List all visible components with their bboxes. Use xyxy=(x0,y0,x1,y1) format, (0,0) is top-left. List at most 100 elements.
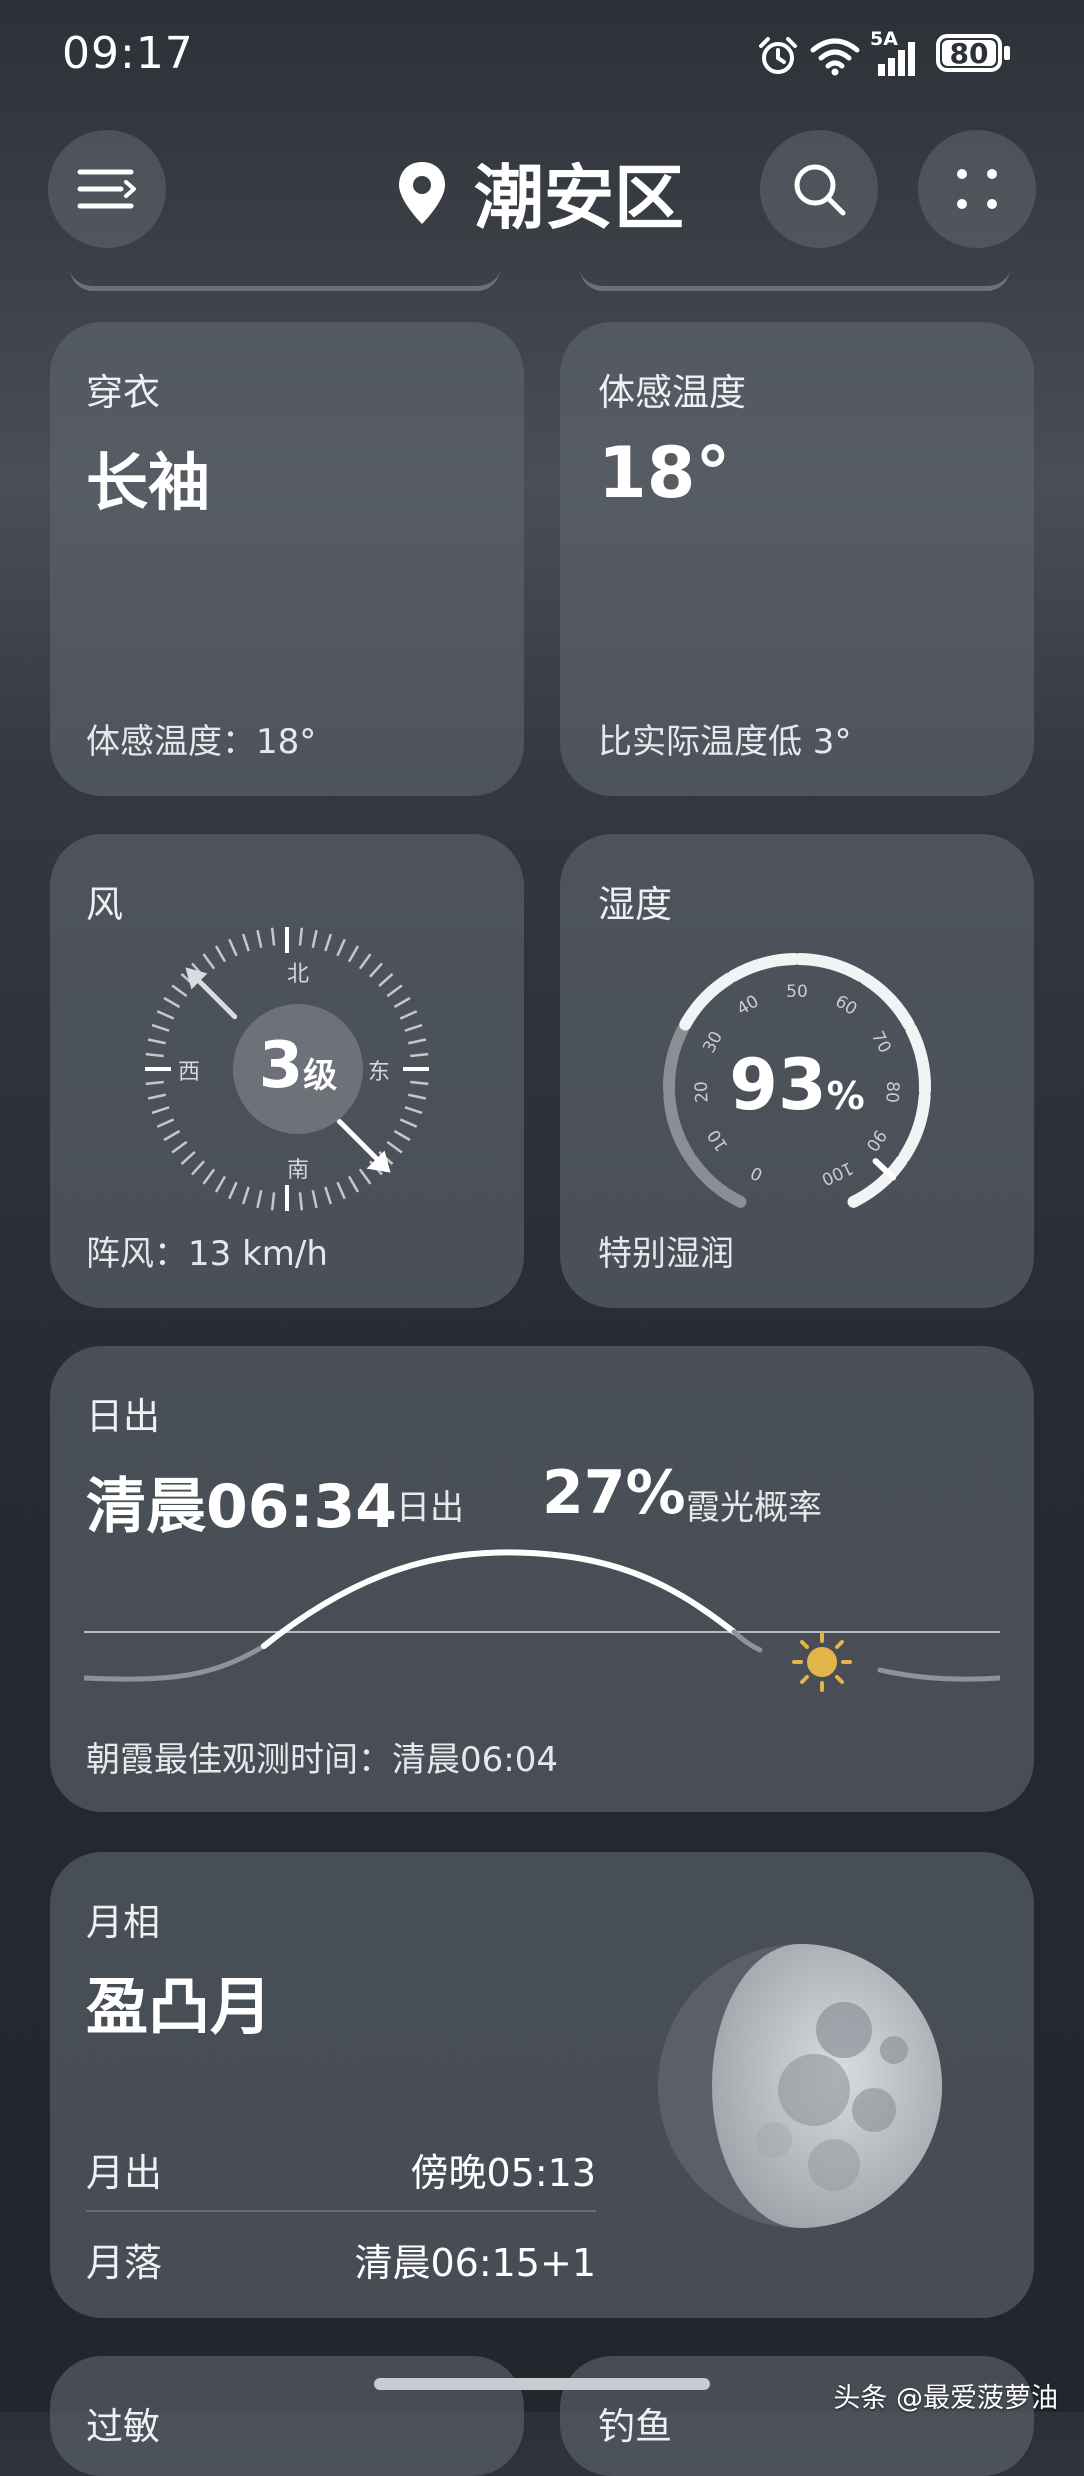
compass-tick xyxy=(393,1129,411,1142)
humidity-tick-label: 0 xyxy=(748,1162,766,1185)
compass-tick xyxy=(358,1168,372,1185)
humidity-tick-label: 90 xyxy=(861,1126,890,1155)
clothing-footer: 体感温度：18° xyxy=(86,722,317,762)
humidity-arc-segment xyxy=(905,1023,931,1098)
fishing-title: 钓鱼 xyxy=(598,2405,672,2448)
sun-icon xyxy=(792,1632,852,1692)
feels-like-value: 18° xyxy=(598,432,731,514)
wind-title: 风 xyxy=(86,883,123,926)
compass-tick xyxy=(408,1093,427,1100)
moonset-time: 清晨06:15+1 xyxy=(354,2241,596,2285)
humidity-arc-segment xyxy=(793,953,867,982)
humidity-arc-segment xyxy=(679,972,735,1031)
sun-path-night-left xyxy=(84,1643,267,1682)
compass-tick xyxy=(298,927,304,946)
sunrise-time: 清晨06:34 xyxy=(86,1472,397,1542)
moon-divider xyxy=(86,2210,596,2212)
menu-icon xyxy=(77,169,136,209)
battery-icon: 80 xyxy=(936,34,1002,72)
humidity-tick-label: 10 xyxy=(704,1126,733,1155)
location-title[interactable]: 潮安区 xyxy=(474,142,684,243)
compass-tick xyxy=(347,945,360,963)
compass-north-label: 北 xyxy=(286,962,309,987)
best-glow-time: 朝霞最佳观测时间：清晨06:04 xyxy=(86,1740,558,1780)
compass-tick xyxy=(399,1118,418,1128)
compass-tick xyxy=(156,1118,175,1128)
sunrise-title: 日出 xyxy=(86,1395,160,1438)
sun-path-night-right-b xyxy=(877,1667,1000,1682)
compass-tick xyxy=(324,1186,333,1205)
compass-tick xyxy=(358,953,372,970)
wind-level-number: 3 xyxy=(258,1029,304,1103)
wind-gust: 阵风：13 km/h xyxy=(86,1234,328,1274)
compass-tick xyxy=(256,1190,263,1209)
humidity-value: 93% xyxy=(687,1044,907,1126)
moon-card[interactable]: 月相 盈凸月 月出 傍晚05:13 月落 清晨06:15+1 xyxy=(50,1852,1034,2318)
fishing-card[interactable]: 钓鱼 xyxy=(560,2356,1034,2476)
search-icon xyxy=(794,164,846,216)
humidity-tick-label: 100 xyxy=(818,1157,856,1189)
search-button[interactable] xyxy=(760,130,878,248)
compass-south-label: 南 xyxy=(286,1158,309,1183)
glow-label: 霞光概率 xyxy=(686,1488,822,1528)
moonrise-time: 傍晚05:13 xyxy=(410,2151,596,2195)
humidity-arc-segment xyxy=(686,1154,747,1208)
compass-tick xyxy=(270,927,276,946)
compass-tick xyxy=(147,1093,166,1100)
clothing-value: 长袖 xyxy=(86,446,211,519)
compass-east-label: 东 xyxy=(368,1060,391,1085)
humidity-number: 93 xyxy=(729,1044,827,1126)
battery-tip xyxy=(1004,46,1010,60)
compass-tick xyxy=(145,1052,164,1058)
compass-tick xyxy=(145,1080,164,1086)
grid-dots-icon xyxy=(957,169,997,209)
compass-tick xyxy=(180,1151,196,1165)
humidity-arc-segment xyxy=(663,1023,689,1098)
allergy-title: 过敏 xyxy=(86,2405,160,2448)
menu-button[interactable] xyxy=(48,130,166,248)
compass-tick xyxy=(298,1192,304,1211)
compass-tick xyxy=(163,1129,181,1142)
compass-tick xyxy=(336,1181,346,1200)
compass-tick xyxy=(151,1023,170,1032)
status-icons: 5A 80 xyxy=(750,28,1050,82)
compass-tick xyxy=(369,962,383,978)
compass-tick xyxy=(171,1140,188,1154)
compass-tick xyxy=(410,1080,429,1086)
sun-path-night-right-a xyxy=(731,1629,763,1653)
sun-path-chart xyxy=(84,1549,1000,1692)
sunrise-card[interactable]: 日出 清晨06:34 日出 27% 霞光概率 朝霞最佳观测时间：清晨06:04 xyxy=(50,1346,1034,1812)
glow-percent: 27% xyxy=(542,1458,686,1528)
compass-tick xyxy=(270,1192,276,1211)
wind-level-unit: 级 xyxy=(303,1056,338,1096)
humidity-title: 湿度 xyxy=(598,883,672,926)
compass-tick xyxy=(202,953,216,970)
compass-tick xyxy=(393,996,411,1009)
humidity-card[interactable]: 湿度 0 10 20 30 40 50 60 70 80 90 100 93% 特别湿润 xyxy=(560,834,1034,1308)
allergy-card[interactable]: 过敏 xyxy=(50,2356,524,2476)
moon-phase: 盈凸月 xyxy=(86,1970,273,2043)
feels-like-card[interactable]: 体感温度 18° 比实际温度低 3° xyxy=(560,322,1034,796)
compass-tick xyxy=(191,1160,205,1176)
location-pin-icon xyxy=(399,162,445,224)
home-indicator[interactable] xyxy=(374,2378,710,2390)
sunrise-time-suffix: 日出 xyxy=(396,1488,464,1528)
compass-tick xyxy=(336,938,346,957)
battery-level: 80 xyxy=(949,37,989,70)
compass-tick xyxy=(163,996,181,1009)
more-options-button[interactable] xyxy=(918,130,1036,248)
compass-tick xyxy=(378,973,394,987)
humidity-tick-label: 60 xyxy=(832,991,861,1019)
alarm-icon xyxy=(759,37,797,74)
clothing-card[interactable]: 穿衣 长袖 体感温度：18° xyxy=(50,322,524,796)
humidity-tick-label: 50 xyxy=(786,982,808,1002)
humidity-tick-label: 40 xyxy=(734,991,763,1019)
humidity-unit: % xyxy=(826,1074,865,1118)
compass-west-label: 西 xyxy=(178,1060,201,1085)
wind-card[interactable]: 风 3级 北 南 东 西 阵风：13 km/h xyxy=(50,834,524,1308)
compass-tick xyxy=(156,1010,175,1020)
compass-tick xyxy=(386,984,403,998)
compass-tick xyxy=(151,1106,170,1115)
compass-tick xyxy=(214,1175,227,1193)
compass-tick xyxy=(347,1175,360,1193)
